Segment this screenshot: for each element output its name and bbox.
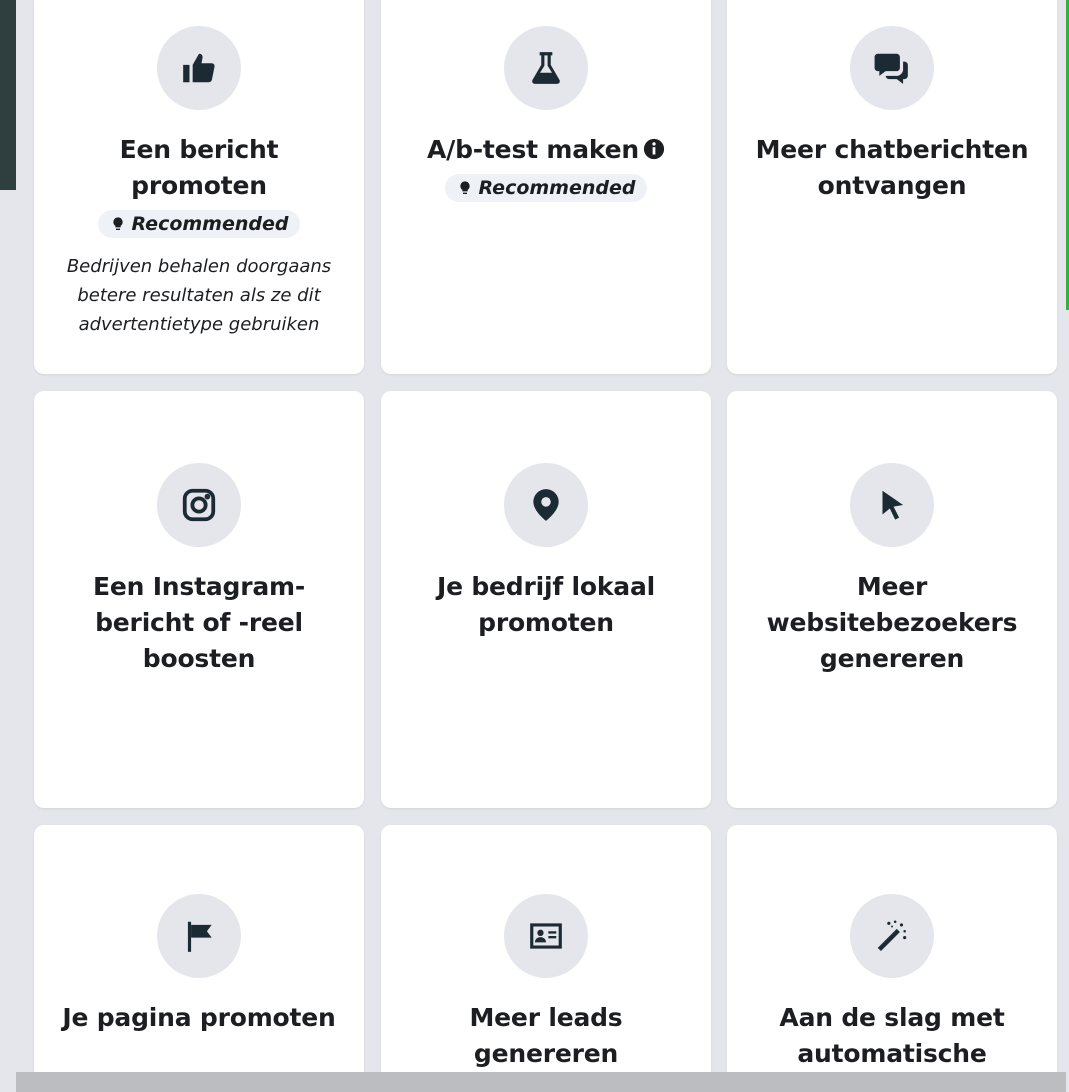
objective-card-website-visitors[interactable]: Meer websitebezoekers genereren <box>727 391 1057 808</box>
card-title: Je pagina promoten <box>62 1003 336 1032</box>
card-title: A/b-test maken <box>426 135 640 164</box>
bottom-scroll-strip <box>16 1072 1066 1092</box>
card-title: Aan de slag met automatische <box>779 1003 1005 1068</box>
recommended-badge: Recommended <box>444 174 648 202</box>
location-pin-icon <box>504 463 588 547</box>
objective-card-local-business[interactable]: Je bedrijf lokaal promoten <box>381 391 711 808</box>
objective-card-ab-test[interactable]: A/b-test maken Recommended <box>381 0 711 374</box>
lightbulb-icon <box>459 181 470 194</box>
card-title: Meer leads genereren <box>469 1003 623 1068</box>
contact-card-icon <box>504 894 588 978</box>
card-title-row: A/b-test maken <box>407 132 685 168</box>
objective-card-instagram-boost[interactable]: Een Instagram-bericht of -reel boosten <box>34 391 364 808</box>
chat-bubbles-icon <box>850 26 934 110</box>
card-title: Meer chatberichten ontvangen <box>755 135 1029 200</box>
card-title: Een bericht promoten <box>119 135 279 200</box>
objective-card-generate-leads[interactable]: Meer leads genereren <box>381 825 711 1072</box>
badge-label: Recommended <box>131 213 289 235</box>
lightbulb-icon <box>112 217 123 230</box>
badge-label: Recommended <box>478 177 636 199</box>
flag-icon <box>157 894 241 978</box>
flask-icon <box>504 26 588 110</box>
instagram-icon <box>157 463 241 547</box>
thumbs-up-icon <box>157 26 241 110</box>
recommended-badge: Recommended <box>97 210 301 238</box>
card-title: Je bedrijf lokaal promoten <box>436 572 656 637</box>
objective-card-automatic-ads[interactable]: Aan de slag met automatische <box>727 825 1057 1072</box>
info-icon[interactable] <box>643 138 665 160</box>
cursor-icon <box>850 463 934 547</box>
objective-card-promote-page[interactable]: Je pagina promoten <box>34 825 364 1072</box>
objective-panel: Een bericht promoten Recommended Bedrijv… <box>16 0 1066 1072</box>
card-title: Meer websitebezoekers genereren <box>766 572 1018 673</box>
card-description: Bedrijven behalen doorgaans betere resul… <box>66 256 332 335</box>
card-title: Een Instagram-bericht of -reel boosten <box>92 572 306 673</box>
objective-card-chat-messages[interactable]: Meer chatberichten ontvangen <box>727 0 1057 374</box>
objective-card-promote-post[interactable]: Een bericht promoten Recommended Bedrijv… <box>34 0 364 374</box>
magic-wand-icon <box>850 894 934 978</box>
